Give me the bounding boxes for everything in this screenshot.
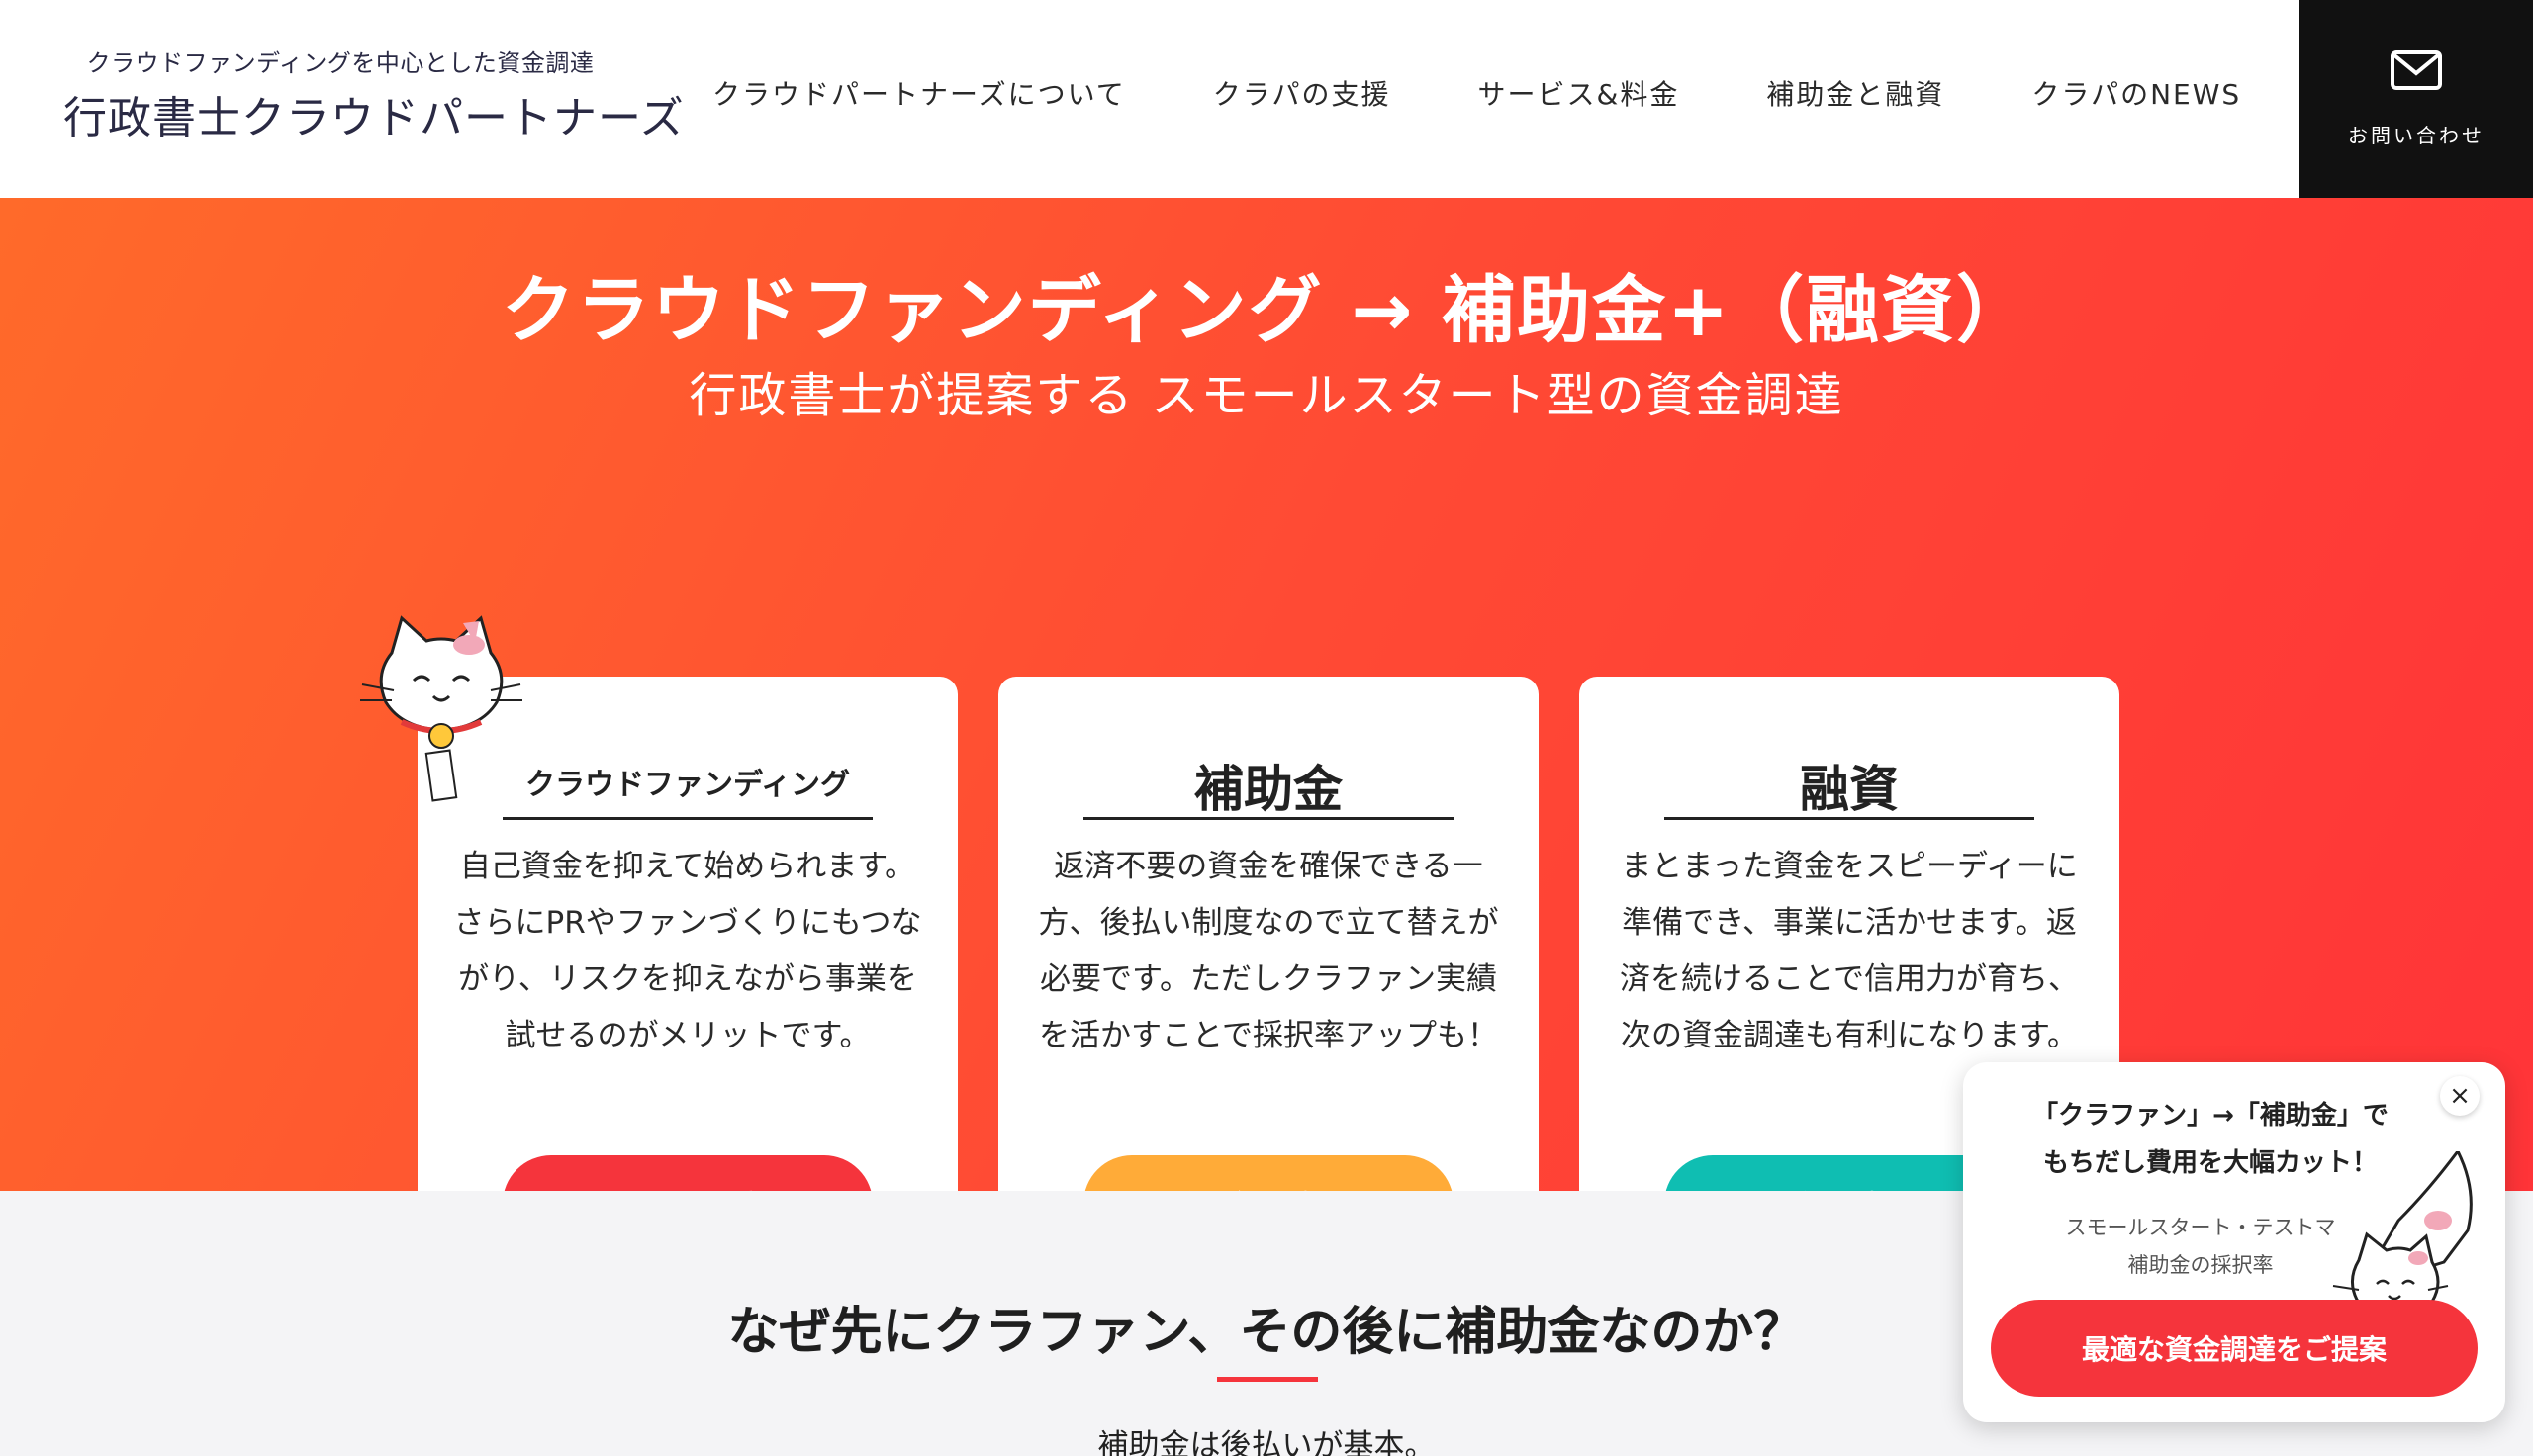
cat-mascot-illustration	[360, 615, 522, 802]
mail-icon	[2391, 49, 2442, 90]
main-nav: クラウドパートナーズについて クラパの支援 サービス&料金 補助金と融資 クラパ…	[712, 73, 2241, 113]
nav-item-about[interactable]: クラウドパートナーズについて	[712, 73, 1126, 113]
popup-headline-line: 「クラファン」→「補助金」で	[2032, 1101, 2389, 1131]
nav-item-pricing[interactable]: サービス&料金	[1478, 73, 1680, 113]
logo-name: 行政書士クラウドパートナーズ	[63, 93, 685, 143]
section-divider	[1217, 1377, 1318, 1382]
hero-title: クラウドファンディング → 補助金+（融資）	[501, 268, 2032, 353]
contact-label: お問い合わせ	[2348, 123, 2485, 147]
card-divider	[1664, 817, 2034, 820]
card-divider	[503, 817, 873, 820]
card-text: 自己資金を抑えて始められます。さらにPRやファンづくりにもつながり、リスクを抑え…	[453, 849, 922, 1053]
site-header: クラウドファンディングを中心とした資金調達 行政書士クラウドパートナーズ クラウ…	[0, 0, 2533, 198]
card-title: 補助金	[1194, 761, 1343, 818]
nav-item-support[interactable]: クラパの支援	[1213, 73, 1391, 113]
card-text: まとまった資金をスピーディーに準備でき、事業に活かせます。返済を続けることで信用…	[1619, 849, 2080, 1053]
promo-popup: 「クラファン」→「補助金」で もちだし費用を大幅カット！ スモールスタート・テス…	[1963, 1062, 2505, 1422]
site-logo[interactable]: クラウドファンディングを中心とした資金調達 行政書士クラウドパートナーズ	[63, 44, 685, 145]
card-title: 融資	[1800, 761, 1899, 818]
card-divider	[1083, 817, 1454, 820]
hero-section: クラウドファンディング → 補助金+（融資） 行政書士が提案する スモールスター…	[0, 198, 2533, 1308]
proposal-button[interactable]: 最適な資金調達をご提案	[1991, 1300, 2478, 1397]
nav-item-subsidy[interactable]: 補助金と融資	[1766, 73, 1944, 113]
nav-item-news[interactable]: クラパのNEWS	[2031, 73, 2241, 113]
logo-tagline: クラウドファンディングを中心とした資金調達	[86, 49, 595, 77]
contact-button[interactable]: お問い合わせ	[2299, 0, 2533, 198]
close-icon[interactable]: ×	[2440, 1076, 2480, 1116]
hero-subtitle: 行政書士が提案する スモールスタート型の資金調達	[689, 368, 1844, 423]
card-text: 返済不要の資金を確保できる一方、後払い制度なので立て替えが必要です。ただしクラフ…	[1038, 849, 1499, 1053]
section-text: 補助金は後払いが基本。	[1097, 1428, 1436, 1456]
